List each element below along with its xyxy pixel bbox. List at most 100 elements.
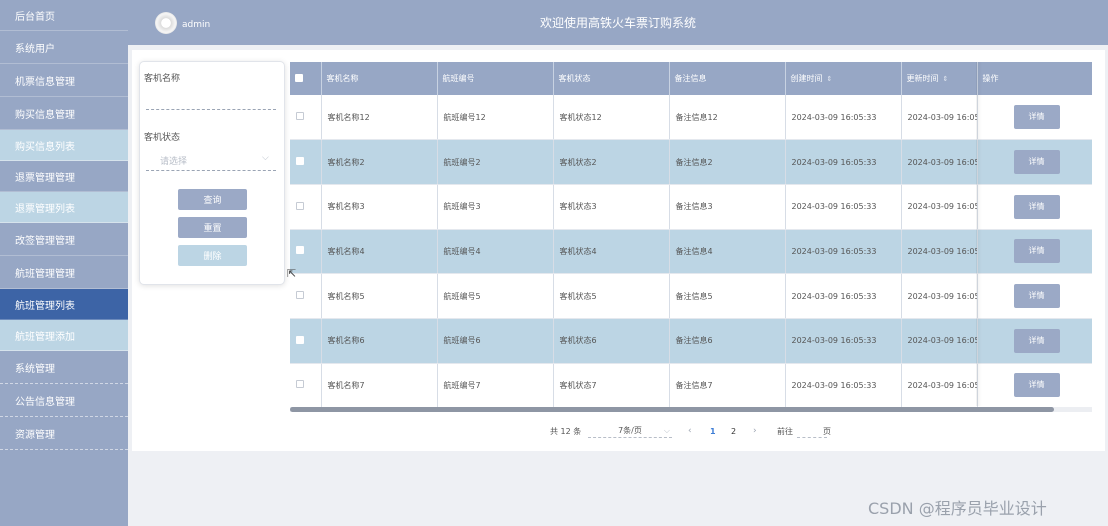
detail-button[interactable]: 详情 — [1013, 150, 1060, 175]
detail-button[interactable]: 详情 — [1013, 373, 1060, 398]
page-size-select[interactable]: 7条/页 ⌵ — [588, 424, 672, 438]
cell-note: 备注信息7 — [669, 363, 786, 409]
sidebar-item-refund-list[interactable]: 退票管理列表 — [0, 192, 128, 223]
sidebar-item-flight-list[interactable]: 航班管理列表 — [0, 289, 128, 320]
cell-status: 客机状态6 — [553, 318, 670, 364]
cell-flight: 航班编号3 — [437, 184, 554, 230]
sidebar-item-label: 退票管理列表 — [15, 203, 75, 215]
column-header-label: 更新时间 — [906, 74, 939, 83]
cell-created: 2024-03-09 16:05:33 — [785, 229, 902, 275]
row-checkbox[interactable] — [296, 112, 304, 121]
sidebar: 后台首页 系统用户 机票信息管理 购买信息管理 购买信息列表 退票管理管理 退票… — [0, 0, 128, 526]
cell-note: 备注信息4 — [669, 229, 786, 275]
cell-name: 客机名称2 — [321, 139, 438, 185]
delete-button[interactable]: 删除 — [178, 245, 247, 266]
sidebar-item-system-users[interactable]: 系统用户 — [0, 31, 128, 64]
sidebar-item-ticket-info[interactable]: 机票信息管理 — [0, 64, 128, 97]
status-select-underline — [146, 170, 276, 171]
status-select[interactable]: 请选择 — [160, 154, 187, 167]
row-checkbox[interactable] — [296, 246, 304, 255]
prev-page-icon[interactable]: ‹ — [688, 424, 692, 438]
cell-flight: 航班编号4 — [437, 229, 554, 275]
goto-label: 前往 — [777, 426, 793, 436]
cell-note: 备注信息5 — [669, 273, 786, 319]
page-unit-label: 页 — [823, 426, 831, 436]
row-select-cell — [290, 318, 322, 364]
query-button[interactable]: 查询 — [178, 189, 247, 210]
sidebar-item-resource-manage[interactable]: 资源管理 — [0, 417, 128, 450]
detail-button[interactable]: 详情 — [1013, 194, 1060, 219]
sidebar-item-label: 航班管理添加 — [15, 331, 75, 343]
detail-button[interactable]: 详情 — [1013, 328, 1060, 353]
cell-created: 2024-03-09 16:05:33 — [785, 95, 902, 141]
sidebar-item-purchase-list[interactable]: 购买信息列表 — [0, 130, 128, 161]
sidebar-item-label: 航班管理列表 — [15, 300, 75, 312]
cell-status: 客机状态5 — [553, 273, 670, 319]
row-checkbox[interactable] — [296, 291, 304, 300]
cell-flight: 航班编号5 — [437, 273, 554, 319]
top-header: admin 欢迎使用高铁火车票订购系统 — [128, 0, 1108, 45]
sidebar-item-label: 系统用户 — [15, 43, 55, 55]
cell-created: 2024-03-09 16:05:33 — [785, 273, 902, 319]
name-input[interactable] — [146, 109, 276, 110]
sort-icon[interactable]: ⇕ — [943, 75, 949, 83]
row-checkbox[interactable] — [296, 201, 304, 210]
sidebar-item-notice-manage[interactable]: 公告信息管理 — [0, 384, 128, 417]
status-field-label: 客机状态 — [144, 133, 181, 143]
detail-button[interactable]: 详情 — [1013, 105, 1060, 130]
table-row: 客机名称3 航班编号3 客机状态3 备注信息3 2024-03-09 16:05:33 2… — [290, 184, 1092, 230]
data-table: 客机名称 航班编号 客机状态 备注信息 创建时间 ⇕ 更新时间 ⇕ 操作 客机名称1… — [290, 62, 1092, 409]
sidebar-item-rebook-manage[interactable]: 改签管理管理 — [0, 223, 128, 256]
column-header-updated[interactable]: 更新时间 ⇕ — [901, 62, 978, 95]
sidebar-item-purchase-manage[interactable]: 购买信息管理 — [0, 97, 128, 130]
sidebar-item-label: 航班管理管理 — [15, 268, 75, 280]
row-select-cell — [290, 273, 322, 319]
scrollbar-thumb[interactable] — [290, 407, 1054, 412]
sidebar-item-flight-add[interactable]: 航班管理添加 — [0, 320, 128, 351]
column-header-status: 客机状态 — [553, 62, 670, 95]
reset-button[interactable]: 重置 — [178, 217, 247, 238]
row-actions-cell: 详情 — [977, 139, 1092, 185]
page-number-2[interactable]: 2 — [731, 424, 736, 438]
sort-icon[interactable]: ⇕ — [827, 75, 833, 83]
detail-button[interactable]: 详情 — [1013, 239, 1060, 264]
sidebar-item-system-manage[interactable]: 系统管理 — [0, 351, 128, 384]
page-size-value: 7条/页 — [618, 426, 642, 435]
column-header-flight: 航班编号 — [437, 62, 554, 95]
row-checkbox[interactable] — [296, 157, 304, 166]
row-checkbox[interactable] — [296, 335, 304, 344]
sidebar-item-home[interactable]: 后台首页 — [0, 0, 128, 31]
sidebar-item-label: 购买信息列表 — [15, 141, 75, 153]
cell-name: 客机名称3 — [321, 184, 438, 230]
cell-name: 客机名称6 — [321, 318, 438, 364]
sidebar-item-label: 购买信息管理 — [15, 109, 75, 121]
cell-created: 2024-03-09 16:05:33 — [785, 363, 902, 409]
cell-note: 备注信息12 — [669, 95, 786, 141]
row-actions-cell: 详情 — [977, 318, 1092, 364]
cell-updated: 2024-03-09 16:05:3 — [901, 139, 978, 185]
cell-updated: 2024-03-09 16:05:3 — [901, 95, 978, 141]
page-number-1[interactable]: 1 — [710, 424, 716, 438]
cell-status: 客机状态7 — [553, 363, 670, 409]
sidebar-item-flight-manage[interactable]: 航班管理管理 — [0, 256, 128, 289]
cell-updated: 2024-03-09 16:05:3 — [901, 229, 978, 275]
sidebar-item-refund-manage[interactable]: 退票管理管理 — [0, 161, 128, 192]
sidebar-item-label: 资源管理 — [15, 429, 55, 441]
row-checkbox[interactable] — [296, 380, 304, 389]
cell-note: 备注信息3 — [669, 184, 786, 230]
column-header-created[interactable]: 创建时间 ⇕ — [785, 62, 902, 95]
sidebar-item-label: 退票管理管理 — [15, 172, 75, 184]
select-all-checkbox[interactable] — [295, 73, 303, 82]
row-actions-cell: 详情 — [977, 229, 1092, 275]
row-select-cell — [290, 363, 322, 409]
next-page-icon[interactable]: › — [753, 424, 757, 438]
row-select-cell — [290, 184, 322, 230]
chevron-down-icon: ⌵ — [663, 425, 670, 435]
table-row: 客机名称7 航班编号7 客机状态7 备注信息7 2024-03-09 16:05:33 2… — [290, 363, 1092, 409]
sidebar-item-label: 系统管理 — [15, 363, 55, 375]
chevron-down-icon: ⌵ — [262, 153, 269, 163]
row-actions-cell: 详情 — [977, 363, 1092, 409]
detail-button[interactable]: 详情 — [1013, 284, 1060, 309]
column-header-name: 客机名称 — [321, 62, 438, 95]
cell-flight: 航班编号7 — [437, 363, 554, 409]
